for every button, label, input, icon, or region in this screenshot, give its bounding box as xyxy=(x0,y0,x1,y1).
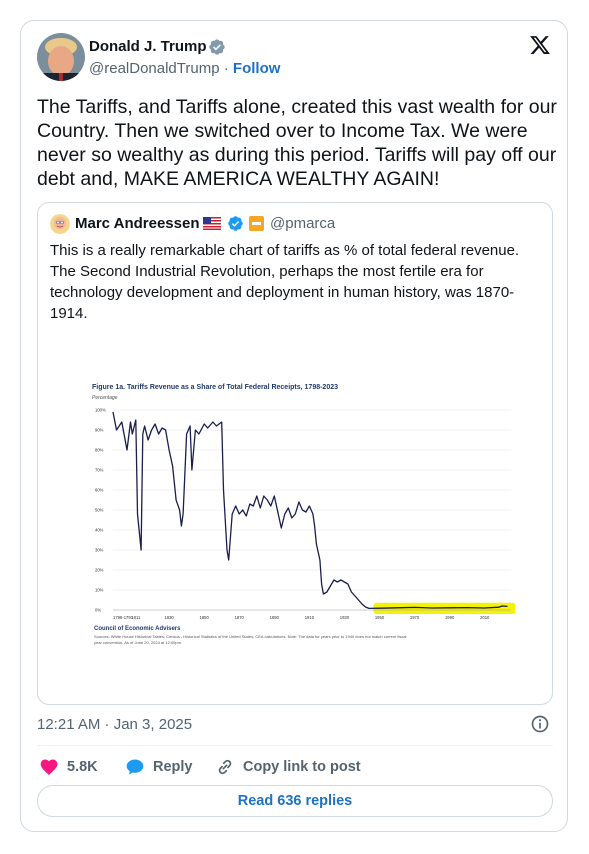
y-tick-label: 100% xyxy=(95,408,106,413)
heart-icon xyxy=(40,759,58,775)
y-tick-label: 60% xyxy=(95,488,104,493)
follow-button[interactable]: Follow xyxy=(233,60,281,77)
x-logo-icon[interactable] xyxy=(528,34,552,56)
x-tick-label: 1850 xyxy=(200,615,210,620)
read-replies-button[interactable]: Read 636 replies xyxy=(37,785,553,817)
reply-button[interactable]: Reply xyxy=(125,757,193,777)
y-tick-label: 10% xyxy=(95,588,104,593)
y-tick-label: 20% xyxy=(95,568,104,573)
tweet-timestamp[interactable]: 12:21 AM · Jan 3, 2025 xyxy=(37,716,192,733)
chart-source-title: Council of Economic Advisers xyxy=(94,626,181,632)
chart-notes: Sources: White House Historical Tables; … xyxy=(94,634,407,645)
info-icon[interactable] xyxy=(530,714,550,734)
y-tick-label: 80% xyxy=(95,448,104,453)
y-tick-label: 30% xyxy=(95,548,104,553)
link-icon xyxy=(218,759,232,775)
tariff-chart: 100%90%80%70%60%50%40%30%20%10%0%1798-17… xyxy=(95,408,516,620)
quote-author-handle[interactable]: @pmarca xyxy=(270,215,335,232)
verified-badge-icon xyxy=(209,39,225,55)
affiliation-badge-icon xyxy=(249,216,264,231)
tweet-text: The Tariffs, and Tariffs alone, created … xyxy=(37,96,557,190)
quote-author-name[interactable]: Marc Andreessen xyxy=(75,215,200,232)
x-tick-label: 1811 xyxy=(131,615,141,620)
y-tick-label: 90% xyxy=(95,428,104,433)
quote-author-avatar[interactable] xyxy=(50,214,70,234)
author-handle-line: @realDonaldTrump · Follow xyxy=(89,60,280,77)
x-tick-label: 1870 xyxy=(235,615,245,620)
x-tick-label: 1890 xyxy=(270,615,280,620)
x-tick-label: 1970 xyxy=(410,615,420,620)
copy-link-label: Copy link to post xyxy=(243,759,361,775)
quote-verified-badge-icon xyxy=(228,216,243,231)
y-tick-label: 70% xyxy=(95,468,104,473)
separator: · xyxy=(223,60,229,77)
author-avatar[interactable] xyxy=(37,33,85,81)
author-name[interactable]: Donald J. Trump xyxy=(89,38,207,55)
x-tick-label: 1990 xyxy=(445,615,455,620)
quote-text: This is a really remarkable chart of tar… xyxy=(50,242,520,322)
divider xyxy=(37,745,553,746)
x-tick-label: 1930 xyxy=(340,615,350,620)
like-button[interactable]: 5.8K xyxy=(39,757,98,777)
x-tick-label: 2010 xyxy=(480,615,490,620)
us-flag-icon xyxy=(203,217,221,230)
like-count: 5.8K xyxy=(67,759,98,775)
author-handle[interactable]: @realDonaldTrump xyxy=(89,60,220,77)
x-tick-label: 1910 xyxy=(305,615,315,620)
reply-label: Reply xyxy=(153,759,193,775)
reply-icon xyxy=(126,759,144,775)
x-tick-label: 1830 xyxy=(164,615,174,620)
y-tick-label: 0% xyxy=(95,608,101,613)
y-tick-label: 50% xyxy=(95,508,104,513)
copy-link-button[interactable]: Copy link to post xyxy=(215,757,361,777)
y-tick-label: 40% xyxy=(95,528,104,533)
x-tick-label: 1950 xyxy=(375,615,385,620)
